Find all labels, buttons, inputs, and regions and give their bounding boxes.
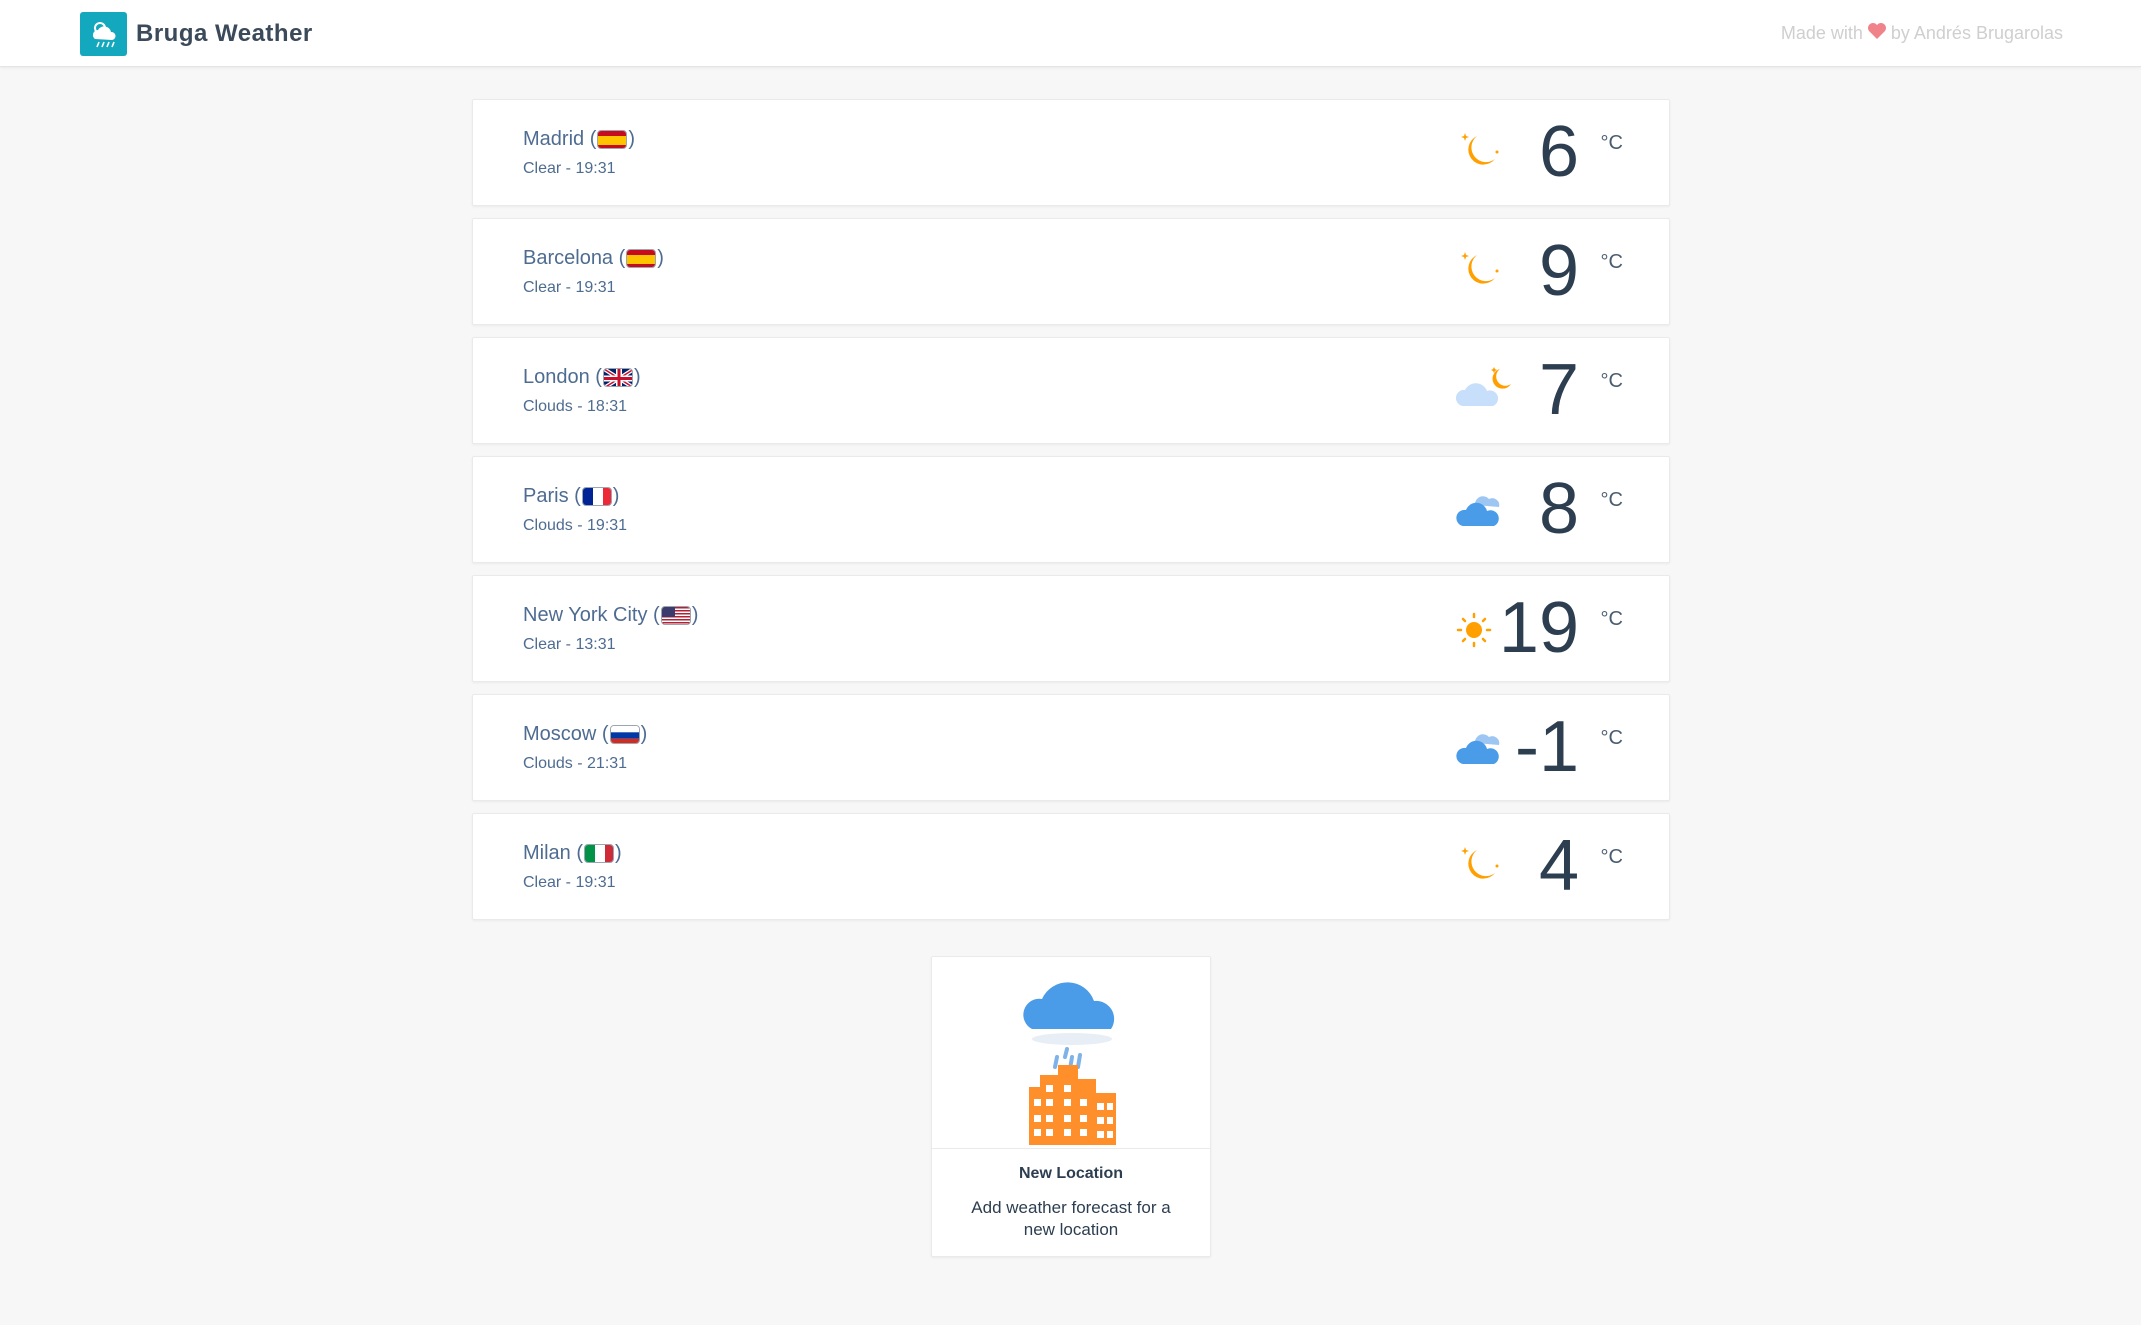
location-info: Paris () Clouds - 19:31 <box>523 485 627 535</box>
brand-name: Bruga Weather <box>136 20 313 47</box>
moon-icon <box>1453 245 1513 301</box>
new-location-description: Add weather forecast for a new location <box>971 1198 1171 1239</box>
location-status: Clear - 13:31 <box>523 636 616 653</box>
city-name: London <box>523 366 590 388</box>
temperature-value: 6 <box>1538 112 1579 192</box>
rain-cloud-icon <box>1023 982 1115 1045</box>
usa-flag-icon <box>660 606 691 625</box>
location-status: Clear - 19:31 <box>523 874 616 891</box>
location-status: Clear - 19:31 <box>523 160 616 177</box>
location-card-london[interactable]: London () Clouds - 18:31 7 °C <box>472 337 1670 444</box>
brand-link[interactable]: Bruga Weather <box>80 12 313 56</box>
new-location-title: New Location <box>1018 1165 1123 1182</box>
new-location-illustration <box>932 957 1210 1149</box>
cloud-icon <box>1453 483 1513 539</box>
temperature-value: 7 <box>1538 350 1579 430</box>
temperature-unit: °C <box>1600 608 1623 630</box>
credit-prefix: Made with <box>1780 23 1863 43</box>
location-city: London () <box>523 366 641 388</box>
temperature-unit: °C <box>1600 489 1623 511</box>
temperature-value: -1 <box>1514 707 1579 787</box>
location-city: Moscow () <box>523 723 648 745</box>
credit: Made with by Andrés Brugarolas <box>1781 22 2063 45</box>
temperature-value: 9 <box>1538 231 1579 311</box>
temperature-unit: °C <box>1600 846 1623 868</box>
temperature-unit: °C <box>1600 370 1623 392</box>
russia-flag-icon <box>609 725 640 744</box>
new-location-card[interactable]: New Location Add weather forecast for a … <box>931 956 1211 1257</box>
city-name: Moscow <box>523 723 597 745</box>
location-info: Barcelona () Clear - 19:31 <box>523 247 664 297</box>
city-name: New York City <box>523 604 648 626</box>
location-city: Barcelona () <box>523 247 664 269</box>
location-status: Clouds - 18:31 <box>523 398 628 415</box>
location-city: Madrid () <box>523 128 636 150</box>
location-city: Paris () <box>523 485 620 507</box>
cloud-moon-icon <box>1453 364 1513 420</box>
location-info: Madrid () Clear - 19:31 <box>523 128 635 178</box>
heart-icon <box>1867 22 1887 45</box>
spain-flag-icon <box>626 249 657 268</box>
temperature-unit: °C <box>1600 727 1623 749</box>
location-card-moscow[interactable]: Moscow () Clouds - 21:31 -1 °C <box>472 694 1670 801</box>
location-info: London () Clouds - 18:31 <box>523 366 641 416</box>
location-status: Clouds - 19:31 <box>523 517 628 534</box>
temperature-value: 4 <box>1538 826 1579 906</box>
moon-icon <box>1453 126 1513 182</box>
location-card-paris[interactable]: Paris () Clouds - 19:31 8 °C <box>472 456 1670 563</box>
brand-logo-icon <box>80 12 127 56</box>
city-name: Madrid <box>523 128 585 150</box>
location-city: New York City () <box>523 604 699 626</box>
location-card-new-york-city[interactable]: New York City () Clear - 13:31 19 °C <box>472 575 1670 682</box>
location-info: Moscow () Clouds - 21:31 <box>523 723 647 773</box>
cloud-icon <box>1453 721 1513 777</box>
city-name: Milan <box>523 842 571 864</box>
navbar: Bruga Weather Made with by Andrés Brugar… <box>0 0 2141 67</box>
author-link[interactable]: by Andrés Brugarolas <box>1891 23 2063 44</box>
city-name: Barcelona <box>523 247 614 269</box>
temperature-unit: °C <box>1600 132 1623 154</box>
location-info: New York City () Clear - 13:31 <box>523 604 698 654</box>
location-status: Clouds - 21:31 <box>523 755 628 772</box>
uk-flag-icon <box>602 368 633 387</box>
locations-list: Madrid () Clear - 19:31 6 °C Barcelona (… <box>472 99 1670 932</box>
france-flag-icon <box>581 487 612 506</box>
moon-icon <box>1453 840 1513 896</box>
temperature-value: 8 <box>1538 469 1579 549</box>
location-card-madrid[interactable]: Madrid () Clear - 19:31 6 °C <box>472 99 1670 206</box>
spain-flag-icon <box>597 130 628 149</box>
location-info: Milan () Clear - 19:31 <box>523 842 622 892</box>
temperature-unit: °C <box>1600 251 1623 273</box>
location-card-barcelona[interactable]: Barcelona () Clear - 19:31 9 °C <box>472 218 1670 325</box>
city-name: Paris <box>523 485 569 507</box>
location-city: Milan () <box>523 842 622 864</box>
italy-flag-icon <box>584 844 615 863</box>
location-card-milan[interactable]: Milan () Clear - 19:31 4 °C <box>472 813 1670 920</box>
temperature-value: 19 <box>1498 588 1579 668</box>
location-status: Clear - 19:31 <box>523 279 616 296</box>
